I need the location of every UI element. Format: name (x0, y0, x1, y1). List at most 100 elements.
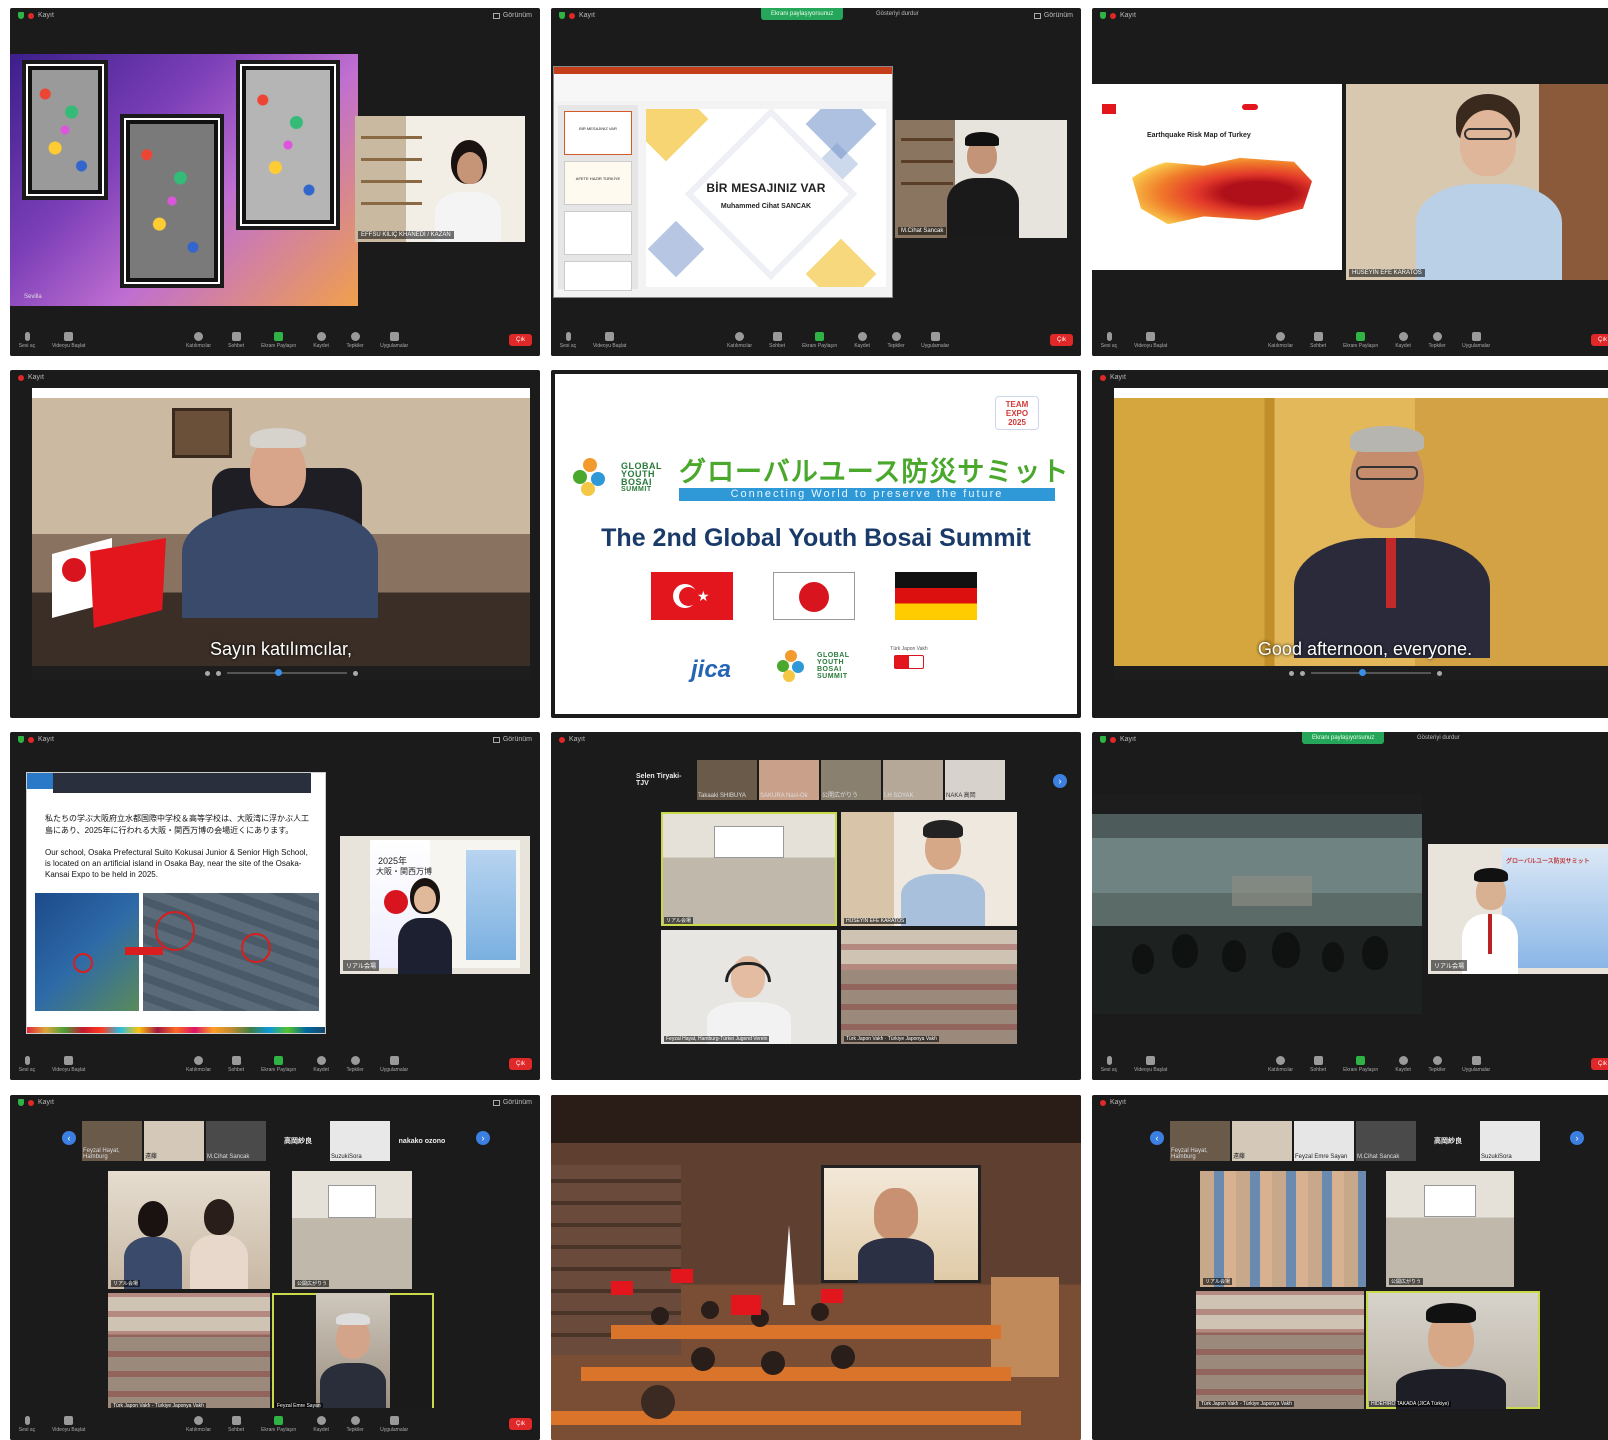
strip-participant[interactable]: 遠藤 (1232, 1121, 1292, 1161)
end-button[interactable]: Çık (509, 1058, 532, 1070)
gallery-cell[interactable]: HÜSEYİN EFE KARATOS (841, 812, 1017, 926)
next-page-arrow-icon[interactable]: › (1570, 1131, 1584, 1145)
participants-button[interactable]: Katılımcılar (186, 1055, 211, 1073)
participants-button[interactable]: Katılımcılar (1268, 1055, 1293, 1073)
strip-participant[interactable]: SuzukiSora (330, 1121, 390, 1161)
record-button[interactable]: Kaydet (853, 331, 871, 349)
start-video-button[interactable]: Videoyu Başlat (52, 331, 85, 349)
video-player[interactable]: Sayın katılımcılar, (32, 388, 530, 680)
gallery-cell[interactable]: リアル会場 (108, 1171, 270, 1289)
strip-participant[interactable]: İ.H SOYAK (883, 760, 943, 800)
next-page-arrow-icon[interactable]: › (1053, 774, 1067, 788)
strip-participant[interactable]: Feyzal Hayat, Hamburg (82, 1121, 142, 1161)
apps-button[interactable]: Uygulamalar (921, 331, 949, 349)
strip-participant[interactable]: 公開広がりう (821, 760, 881, 800)
strip-name-cell[interactable]: 高岡紗良 (268, 1121, 328, 1161)
slide-thumb-3[interactable] (564, 211, 632, 255)
record-button[interactable]: Kaydet (312, 1055, 330, 1073)
gallery-cell[interactable]: Feyzal Emre Sayan (272, 1293, 434, 1411)
record-button[interactable]: Kaydet (312, 1415, 330, 1433)
apps-button[interactable]: Uygulamalar (1462, 331, 1490, 349)
view-button[interactable]: Görünüm (492, 736, 532, 743)
reactions-button[interactable]: Tepkiler (1428, 331, 1446, 349)
strip-participant[interactable]: M.Cihat Sancak (206, 1121, 266, 1161)
chat-button[interactable]: Sohbet (227, 1415, 245, 1433)
strip-participant[interactable]: Feyzal Emre Sayan (1294, 1121, 1354, 1161)
strip-participant[interactable]: 遠藤 (144, 1121, 204, 1161)
reactions-button[interactable]: Tepkiler (346, 1055, 364, 1073)
share-screen-button[interactable]: Ekranı Paylaşın (1343, 331, 1378, 349)
mute-button[interactable]: Sesi aç (18, 1055, 36, 1073)
slide-thumb-2[interactable]: AFETE HAZIR TÜRKİYE (564, 161, 632, 205)
reactions-button[interactable]: Tepkiler (346, 1415, 364, 1433)
reactions-button[interactable]: Tepkiler (346, 331, 364, 349)
strip-participant[interactable]: Feyzal Hayat, Hamburg (1170, 1121, 1230, 1161)
gallery-cell[interactable]: Türk Japon Vakfı · Türkiye Japonya Vakfı (841, 930, 1017, 1044)
apps-button[interactable]: Uygulamalar (380, 331, 408, 349)
strip-participant[interactable]: NAKA 高岡 (945, 760, 1005, 800)
mute-button[interactable]: Sesi aç (18, 1415, 36, 1433)
view-button[interactable]: Görünüm (1033, 12, 1073, 19)
share-screen-button[interactable]: Ekranı Paylaşın (1343, 1055, 1378, 1073)
chat-button[interactable]: Sohbet (1309, 1055, 1327, 1073)
gallery-cell[interactable]: 公開広がりう (1386, 1171, 1514, 1287)
end-button[interactable]: Çık (1050, 334, 1073, 346)
playback-controls[interactable] (1114, 666, 1608, 680)
participant-video[interactable]: HÜSEYİN EFE KARATOS (1346, 84, 1608, 280)
stop-share-button[interactable]: Gösteriyi durdur (876, 8, 919, 20)
gallery-cell[interactable]: Feyzal Hayat, Hamburg-Türkei Jugend Vere… (661, 930, 837, 1044)
end-button[interactable]: Çık (1591, 334, 1608, 346)
end-button[interactable]: Çık (1591, 1058, 1608, 1070)
playback-controls[interactable] (32, 666, 530, 680)
reactions-button[interactable]: Tepkiler (887, 331, 905, 349)
mute-button[interactable]: Sesi aç (559, 331, 577, 349)
end-button[interactable]: Çık (509, 1418, 532, 1430)
strip-participant[interactable]: Takaaki SHIBUYA (697, 760, 757, 800)
view-button[interactable]: Görünüm (492, 12, 532, 19)
video-player[interactable]: Good afternoon, everyone. (1114, 388, 1608, 680)
prev-page-arrow-icon[interactable]: ‹ (1150, 1131, 1164, 1145)
prev-page-arrow-icon[interactable]: ‹ (62, 1131, 76, 1145)
gallery-cell[interactable]: リアル会場 (661, 812, 837, 926)
slide-thumb-1[interactable]: BİR MESAJINIZ VAR (564, 111, 632, 155)
apps-button[interactable]: Uygulamalar (380, 1055, 408, 1073)
chat-button[interactable]: Sohbet (768, 331, 786, 349)
gallery-cell[interactable]: Türk Japon Vakfı - Türkiye Japonya Vakfı (108, 1293, 270, 1411)
mute-button[interactable]: Sesi aç (18, 331, 36, 349)
slide-thumb-4[interactable] (564, 261, 632, 291)
participant-video[interactable]: 2025年 大阪・関西万博 リアル会場 (340, 836, 530, 974)
strip-participant[interactable]: SAKURA Nasi-Ok (759, 760, 819, 800)
end-button[interactable]: Çık (509, 334, 532, 346)
stop-share-button[interactable]: Gösteriyi durdur (1417, 732, 1460, 744)
share-screen-button[interactable]: Ekranı Paylaşın (261, 1415, 296, 1433)
participant-video[interactable]: EFFSU KILIÇ KHANEDİ / KAZAN (355, 116, 525, 242)
gallery-cell[interactable]: Türk Japon Vakfı - Türkiye Japonya Vakfı (1196, 1291, 1364, 1409)
mute-button[interactable]: Sesi aç (1100, 331, 1118, 349)
record-button[interactable]: Kaydet (1394, 1055, 1412, 1073)
chat-button[interactable]: Sohbet (227, 331, 245, 349)
strip-participant[interactable]: SuzukiSora (1480, 1121, 1540, 1161)
participants-button[interactable]: Katılımcılar (1268, 331, 1293, 349)
mute-button[interactable]: Sesi aç (1100, 1055, 1118, 1073)
view-button[interactable]: Görünüm (492, 1099, 532, 1106)
gallery-cell[interactable]: リアル会場 (1200, 1171, 1366, 1287)
gallery-cell[interactable]: HIDEHIRO TAKADA (JICA Türkiye) (1366, 1291, 1540, 1409)
next-page-arrow-icon[interactable]: › (476, 1131, 490, 1145)
record-button[interactable]: Kaydet (1394, 331, 1412, 349)
participants-button[interactable]: Katılımcılar (727, 331, 752, 349)
start-video-button[interactable]: Videoyu Başlat (52, 1415, 85, 1433)
participants-button[interactable]: Katılımcılar (186, 331, 211, 349)
chat-button[interactable]: Sohbet (227, 1055, 245, 1073)
start-video-button[interactable]: Videoyu Başlat (593, 331, 626, 349)
start-video-button[interactable]: Videoyu Başlat (52, 1055, 85, 1073)
apps-button[interactable]: Uygulamalar (1462, 1055, 1490, 1073)
start-video-button[interactable]: Videoyu Başlat (1134, 1055, 1167, 1073)
playback-progress[interactable] (1310, 669, 1431, 676)
chat-button[interactable]: Sohbet (1309, 331, 1327, 349)
participants-button[interactable]: Katılımcılar (186, 1415, 211, 1433)
record-button[interactable]: Kaydet (312, 331, 330, 349)
strip-name-cell[interactable]: Selen Tiryaki-TJV (635, 760, 695, 800)
reactions-button[interactable]: Tepkiler (1428, 1055, 1446, 1073)
participant-video[interactable]: M.Cihat Sancak (895, 120, 1067, 238)
share-screen-button[interactable]: Ekranı Paylaşın (261, 1055, 296, 1073)
